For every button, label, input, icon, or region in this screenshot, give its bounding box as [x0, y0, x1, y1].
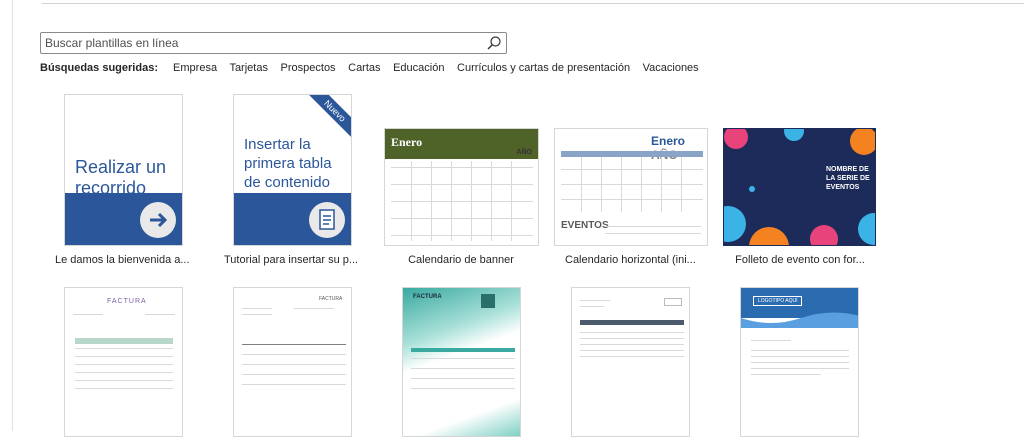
invoice-title: FACTURA: [413, 294, 442, 300]
suggestion-prospectos[interactable]: Prospectos: [281, 62, 336, 74]
suggested-searches: Búsquedas sugeridas: Empresa Tarjetas Pr…: [40, 62, 708, 74]
suggestion-curriculos[interactable]: Currículos y cartas de presentación: [457, 62, 630, 74]
template-thumbnail[interactable]: Enero AÑO EVENTOS: [554, 128, 708, 246]
suggestion-empresa[interactable]: Empresa: [173, 62, 217, 74]
doc-circle: [309, 202, 345, 238]
template-thumbnail[interactable]: FACTURA: [64, 287, 183, 437]
template-thumbnail[interactable]: FACTURA: [233, 287, 352, 437]
calendar-month: Enero AÑO: [651, 134, 686, 162]
calendar-month: Enero: [391, 135, 423, 149]
suggested-label: Búsquedas sugeridas:: [40, 62, 158, 74]
template-thumbnail[interactable]: [571, 287, 690, 437]
search-icon[interactable]: [486, 35, 502, 51]
logo-placeholder: LOGOTIPO AQUÍ: [753, 296, 803, 306]
invoice-title: FACTURA: [319, 296, 343, 302]
template-caption: Le damos la bienvenida a...: [55, 254, 190, 266]
template-thumbnail[interactable]: Enero AÑO: [384, 128, 539, 246]
thumbnail-title: Insertar la primera tabla de contenido: [244, 136, 332, 191]
template-thumbnail[interactable]: LOGOTIPO AQUÍ: [740, 287, 859, 437]
template-caption: Folleto de evento con for...: [735, 254, 865, 266]
left-divider: [12, 0, 13, 431]
suggestion-educacion[interactable]: Educación: [393, 62, 444, 74]
arrow-circle: [140, 202, 176, 238]
suggestion-tarjetas[interactable]: Tarjetas: [229, 62, 268, 74]
arrow-right-icon: [150, 212, 168, 228]
calendar-year: AÑO: [516, 149, 532, 156]
template-thumbnail[interactable]: FACTURA: [402, 287, 521, 437]
flyer-title: NOMBRE DE LA SERIE DE EVENTOS: [826, 166, 870, 191]
template-caption: Tutorial para insertar su p...: [224, 254, 359, 266]
template-caption: Calendario de banner: [408, 254, 514, 266]
template-thumbnail[interactable]: NOMBRE DE LA SERIE DE EVENTOS: [723, 128, 876, 246]
invoice-title: FACTURA: [107, 298, 147, 305]
suggestion-vacaciones[interactable]: Vacaciones: [643, 62, 699, 74]
top-divider: [42, 3, 1024, 4]
template-thumbnail[interactable]: Nuevo Insertar la primera tabla de conte…: [233, 94, 352, 246]
events-label: EVENTOS: [561, 220, 609, 231]
template-thumbnail[interactable]: Realizar un recorrido: [64, 94, 183, 246]
template-caption: Calendario horizontal (ini...: [565, 254, 696, 266]
search-box[interactable]: [40, 32, 507, 54]
suggestion-cartas[interactable]: Cartas: [348, 62, 380, 74]
search-input[interactable]: [45, 35, 475, 51]
wave-header: [741, 288, 858, 328]
document-icon: [319, 209, 335, 230]
